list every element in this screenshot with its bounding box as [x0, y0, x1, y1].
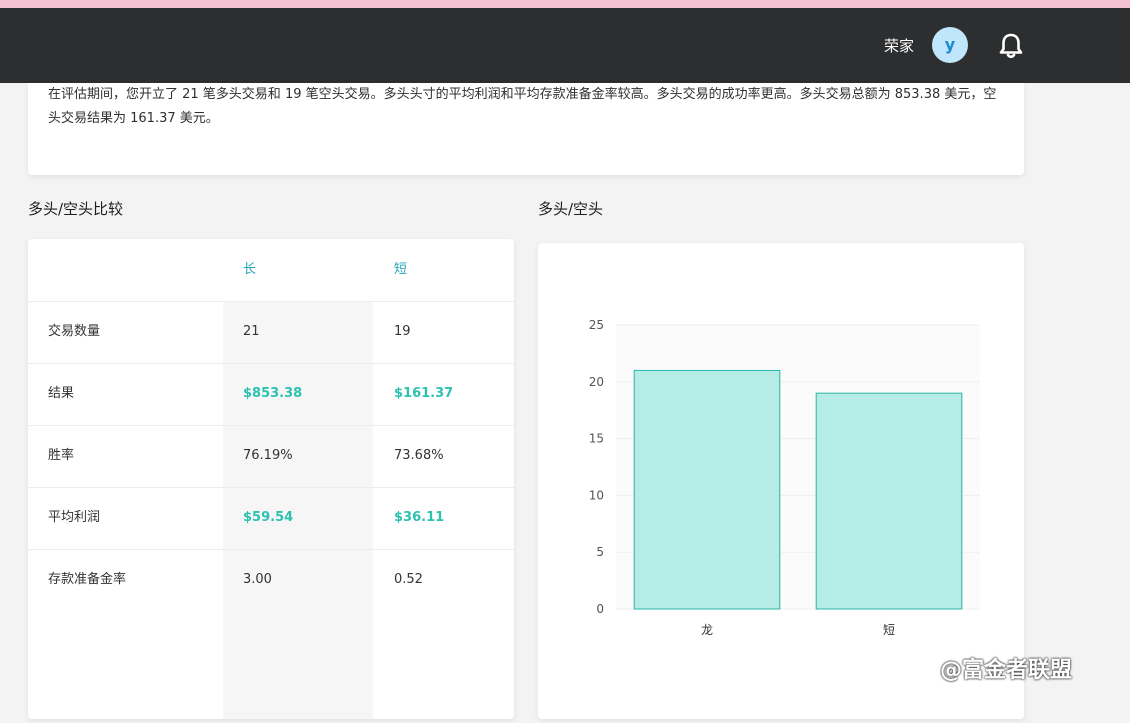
table-row-result: 结果 $853.38 $161.37 [28, 363, 514, 426]
row-label: 平均利润 [48, 510, 101, 525]
comparison-table: 长 短 交易数量 21 19 结果 $853.38 $161.37 胜率 76.… [28, 239, 514, 719]
bar-short[interactable] [815, 392, 963, 610]
y-tick-label: 15 [589, 432, 604, 446]
row-label: 结果 [48, 386, 75, 401]
user-name[interactable]: 荣家 [884, 36, 914, 56]
summary-text: 在评估期间，您开立了 21 笔多头交易和 19 笔空头交易。多头头寸的平均利润和… [48, 87, 997, 126]
row-label: 存款准备金率 [48, 572, 127, 587]
long-value: $853.38 [243, 386, 303, 401]
column-header-short: 短 [394, 262, 408, 277]
x-tick-label: 短 [883, 623, 895, 637]
long-value: 3.00 [243, 572, 272, 587]
user-avatar[interactable]: y [932, 27, 968, 63]
watermark-text: @富金者联盟 [940, 658, 1073, 683]
table-header-row: 长 短 [28, 239, 514, 302]
short-value: $161.37 [394, 386, 454, 401]
y-tick-label: 5 [596, 545, 604, 559]
y-tick-label: 0 [596, 602, 604, 616]
summary-card: 在评估期间，您开立了 21 笔多头交易和 19 笔空头交易。多头头寸的平均利润和… [28, 83, 1024, 175]
short-value: 19 [394, 324, 411, 339]
long-value: $59.54 [243, 510, 294, 525]
comparison-section-title: 多头/空头比较 [28, 200, 124, 218]
x-tick-label: 龙 [701, 623, 713, 637]
y-tick-label: 20 [589, 375, 604, 389]
long-value: 21 [243, 324, 260, 339]
top-accent-strip [0, 0, 1130, 8]
chart-section-title: 多头/空头 [538, 200, 604, 218]
long-value: 76.19% [243, 448, 293, 463]
top-navigation-bar: 荣家 y [0, 8, 1130, 83]
table-row-win-rate: 胜率 76.19% 73.68% [28, 425, 514, 488]
column-header-long: 长 [243, 262, 257, 277]
short-value: 73.68% [394, 448, 444, 463]
table-row-trade-count: 交易数量 21 19 [28, 301, 514, 364]
long-short-chart-card: 0 5 10 15 20 25 龙 短 [538, 243, 1024, 719]
y-tick-label: 10 [589, 488, 604, 502]
short-value: $36.11 [394, 510, 445, 525]
long-short-bar-chart: 0 5 10 15 20 25 龙 短 [589, 318, 980, 637]
short-value: 0.52 [394, 572, 423, 587]
table-row-reserve-ratio: 存款准备金率 3.00 0.52 [28, 549, 514, 611]
notification-bell-icon[interactable] [998, 32, 1024, 60]
y-tick-label: 25 [589, 318, 604, 332]
bar-long[interactable] [633, 369, 781, 610]
table-row-avg-profit: 平均利润 $59.54 $36.11 [28, 487, 514, 550]
row-label: 胜率 [48, 448, 75, 463]
row-label: 交易数量 [48, 324, 101, 339]
